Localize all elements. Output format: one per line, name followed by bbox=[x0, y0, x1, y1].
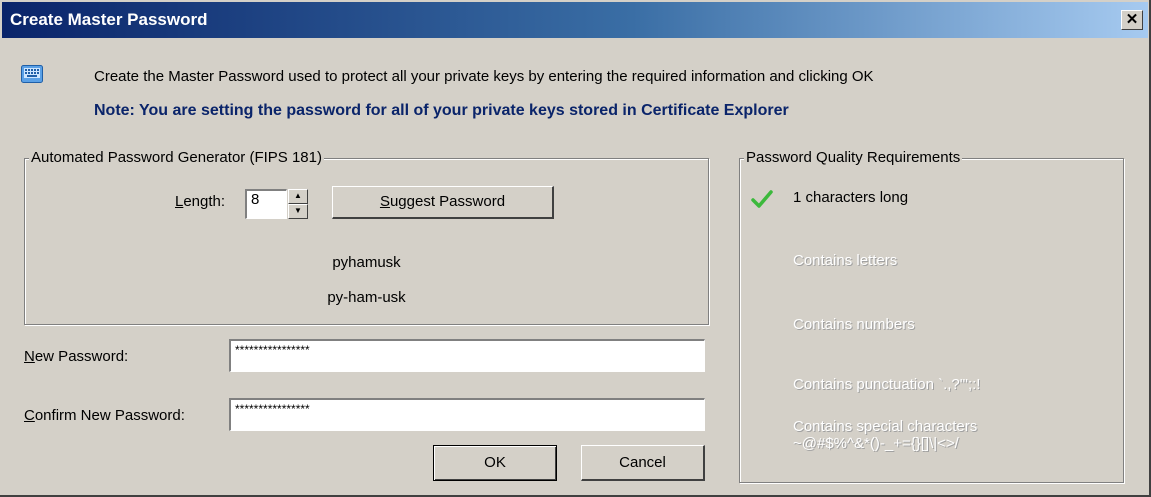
requirement-length: 1 characters long bbox=[793, 189, 909, 206]
new-password-field[interactable]: **************** bbox=[229, 339, 705, 372]
checkmark-icon bbox=[751, 190, 773, 208]
generated-password-hyphenated: py-ham-usk bbox=[327, 289, 406, 306]
close-button[interactable]: ✕ bbox=[1121, 10, 1143, 30]
dialog-title: Create Master Password bbox=[10, 10, 208, 29]
length-input[interactable]: 8 bbox=[245, 189, 287, 219]
close-icon: ✕ bbox=[1125, 11, 1139, 28]
length-spinner[interactable]: ▲ ▼ bbox=[288, 189, 308, 219]
spin-down-icon[interactable]: ▼ bbox=[288, 204, 308, 219]
new-password-label: New Password: bbox=[24, 348, 129, 365]
cancel-button[interactable]: Cancel bbox=[581, 445, 705, 481]
confirm-password-field[interactable]: **************** bbox=[229, 398, 705, 431]
intro-text: Create the Master Password used to prote… bbox=[94, 68, 874, 85]
requirement-special-chars: ~@#$%^&*()-_+={}[]\|<>/ bbox=[793, 435, 959, 452]
title-bar[interactable]: Create Master Password ✕ bbox=[2, 2, 1148, 38]
ok-button[interactable]: OK bbox=[433, 445, 557, 481]
confirm-password-label: Confirm New Password: bbox=[24, 407, 185, 424]
requirement-letters: Contains letters bbox=[793, 252, 898, 269]
note-text: Note: You are setting the password for a… bbox=[94, 102, 789, 119]
password-requirements-group: Password Quality Requirements 1 characte… bbox=[739, 149, 1124, 483]
keyboard-icon bbox=[21, 65, 43, 83]
requirements-legend: Password Quality Requirements bbox=[744, 149, 963, 166]
spin-up-icon[interactable]: ▲ bbox=[288, 189, 308, 204]
generated-password: pyhamusk bbox=[332, 254, 401, 271]
generator-legend: Automated Password Generator (FIPS 181) bbox=[29, 149, 324, 166]
length-label: Length: bbox=[175, 193, 226, 210]
password-generator-group: Automated Password Generator (FIPS 181) … bbox=[24, 149, 709, 325]
suggest-password-button[interactable]: Suggest Password bbox=[332, 186, 554, 219]
requirement-numbers: Contains numbers bbox=[793, 316, 915, 333]
requirement-special: Contains special characters bbox=[793, 418, 978, 435]
requirement-punctuation: Contains punctuation `.,?'";:! bbox=[793, 376, 981, 393]
create-master-password-dialog: Create Master Password ✕ Create the Mast… bbox=[0, 0, 1151, 497]
